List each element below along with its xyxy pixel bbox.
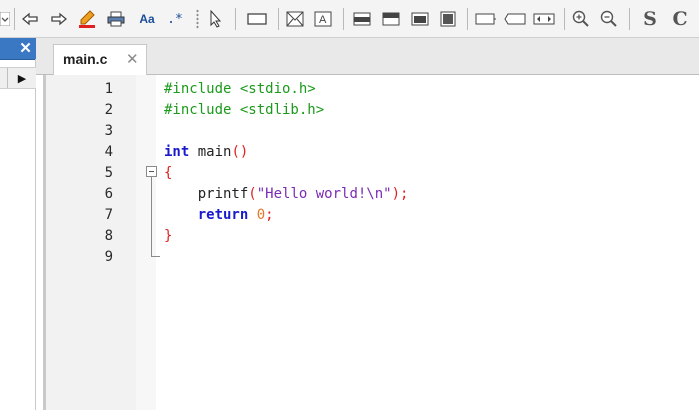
regex-icon[interactable]: .* — [165, 9, 185, 29]
line-number: 5 — [104, 165, 113, 181]
paren-token: ( — [248, 186, 257, 202]
code-text: printf("Hello world!\n"); — [164, 184, 409, 205]
layout-3-icon[interactable] — [410, 9, 430, 29]
paren-token: () — [231, 144, 249, 160]
code-text: #include <stdlib.h> — [164, 102, 325, 118]
toolbar: Aa .* A S C — [0, 0, 699, 38]
code-text: #include <stdio.h> — [164, 81, 316, 97]
code-line[interactable]: 6 printf("Hello world!\n"); — [36, 184, 699, 205]
rectangle-icon[interactable] — [246, 9, 268, 29]
keyword-token: return — [164, 207, 249, 223]
highlight-pen-icon[interactable] — [77, 9, 97, 29]
zoom-out-icon[interactable] — [599, 9, 619, 29]
code-line[interactable]: 2 #include <stdlib.h> — [36, 100, 699, 121]
layout-1-icon[interactable] — [352, 9, 372, 29]
line-number: 4 — [104, 144, 113, 160]
code-text: int main() — [164, 142, 248, 163]
fold-guide-end — [151, 256, 160, 257]
line-number: 3 — [104, 123, 113, 139]
shape-1-icon[interactable] — [474, 9, 498, 29]
match-case-label: Aa — [139, 12, 155, 26]
left-panel-arrow-button[interactable]: ▶ — [7, 68, 36, 88]
line-number: 9 — [104, 249, 113, 265]
forward-arrow-icon[interactable] — [49, 9, 69, 29]
tab-label: main.c — [63, 51, 108, 67]
line-number: 7 — [104, 207, 113, 223]
back-arrow-icon[interactable] — [20, 9, 40, 29]
toolbar-grip[interactable] — [196, 9, 199, 29]
keyword-token: int — [164, 144, 190, 160]
code-text: return 0; — [164, 205, 274, 226]
zoom-in-icon[interactable] — [571, 9, 591, 29]
number-token: 0 — [248, 207, 266, 223]
fold-guide-line — [151, 177, 152, 256]
shape-3-icon[interactable] — [532, 9, 556, 29]
string-token: "Hello world!\n" — [256, 186, 392, 202]
s-button[interactable]: S — [640, 8, 660, 30]
layout-2-icon[interactable] — [381, 9, 401, 29]
select-cursor-icon[interactable] — [206, 9, 226, 29]
tab-close-icon[interactable]: ✕ — [126, 50, 139, 68]
identifier-token: printf — [164, 186, 249, 202]
image-frame-icon[interactable] — [285, 9, 305, 29]
editor-tab-bar: main.c ✕ — [36, 38, 699, 75]
identifier-token: main — [189, 144, 232, 160]
dropdown-arrow-icon[interactable] — [0, 9, 10, 29]
code-line[interactable]: 8 } — [36, 226, 699, 247]
code-text: } — [164, 228, 173, 244]
left-panel-close-button[interactable]: ✕ — [15, 38, 36, 59]
line-number: 1 — [104, 81, 113, 97]
right-arrow-icon: ▶ — [17, 71, 27, 85]
paren-token: ; — [265, 207, 274, 223]
code-line[interactable]: 9 — [36, 247, 699, 268]
code-line[interactable]: 3 — [36, 121, 699, 142]
code-line[interactable]: 7 return 0; — [36, 205, 699, 226]
line-number: 8 — [104, 228, 113, 244]
left-panel-tab-strip: ▶ — [0, 67, 36, 89]
regex-label: .* — [167, 11, 183, 27]
text-frame-icon[interactable]: A — [313, 9, 333, 29]
layout-4-icon[interactable] — [438, 9, 458, 29]
code-editor[interactable]: 1 #include <stdio.h> 2 #include <stdlib.… — [36, 75, 699, 410]
match-case-icon[interactable]: Aa — [135, 9, 159, 29]
tab-main-c[interactable]: main.c ✕ — [53, 44, 147, 75]
svg-text:A: A — [319, 14, 327, 26]
code-line[interactable]: 5 { — [36, 163, 699, 184]
print-icon[interactable] — [106, 9, 126, 29]
line-number: 6 — [104, 186, 113, 202]
fold-toggle-icon[interactable] — [146, 166, 157, 177]
left-panel: ▶ — [0, 38, 36, 410]
line-number: 2 — [104, 102, 113, 118]
c-button[interactable]: C — [670, 8, 690, 30]
code-text: { — [164, 165, 173, 181]
paren-token: ); — [391, 186, 409, 202]
shape-2-icon[interactable] — [503, 9, 527, 29]
code-line[interactable]: 4 int main() — [36, 142, 699, 163]
code-line[interactable]: 1 #include <stdio.h> — [36, 79, 699, 100]
